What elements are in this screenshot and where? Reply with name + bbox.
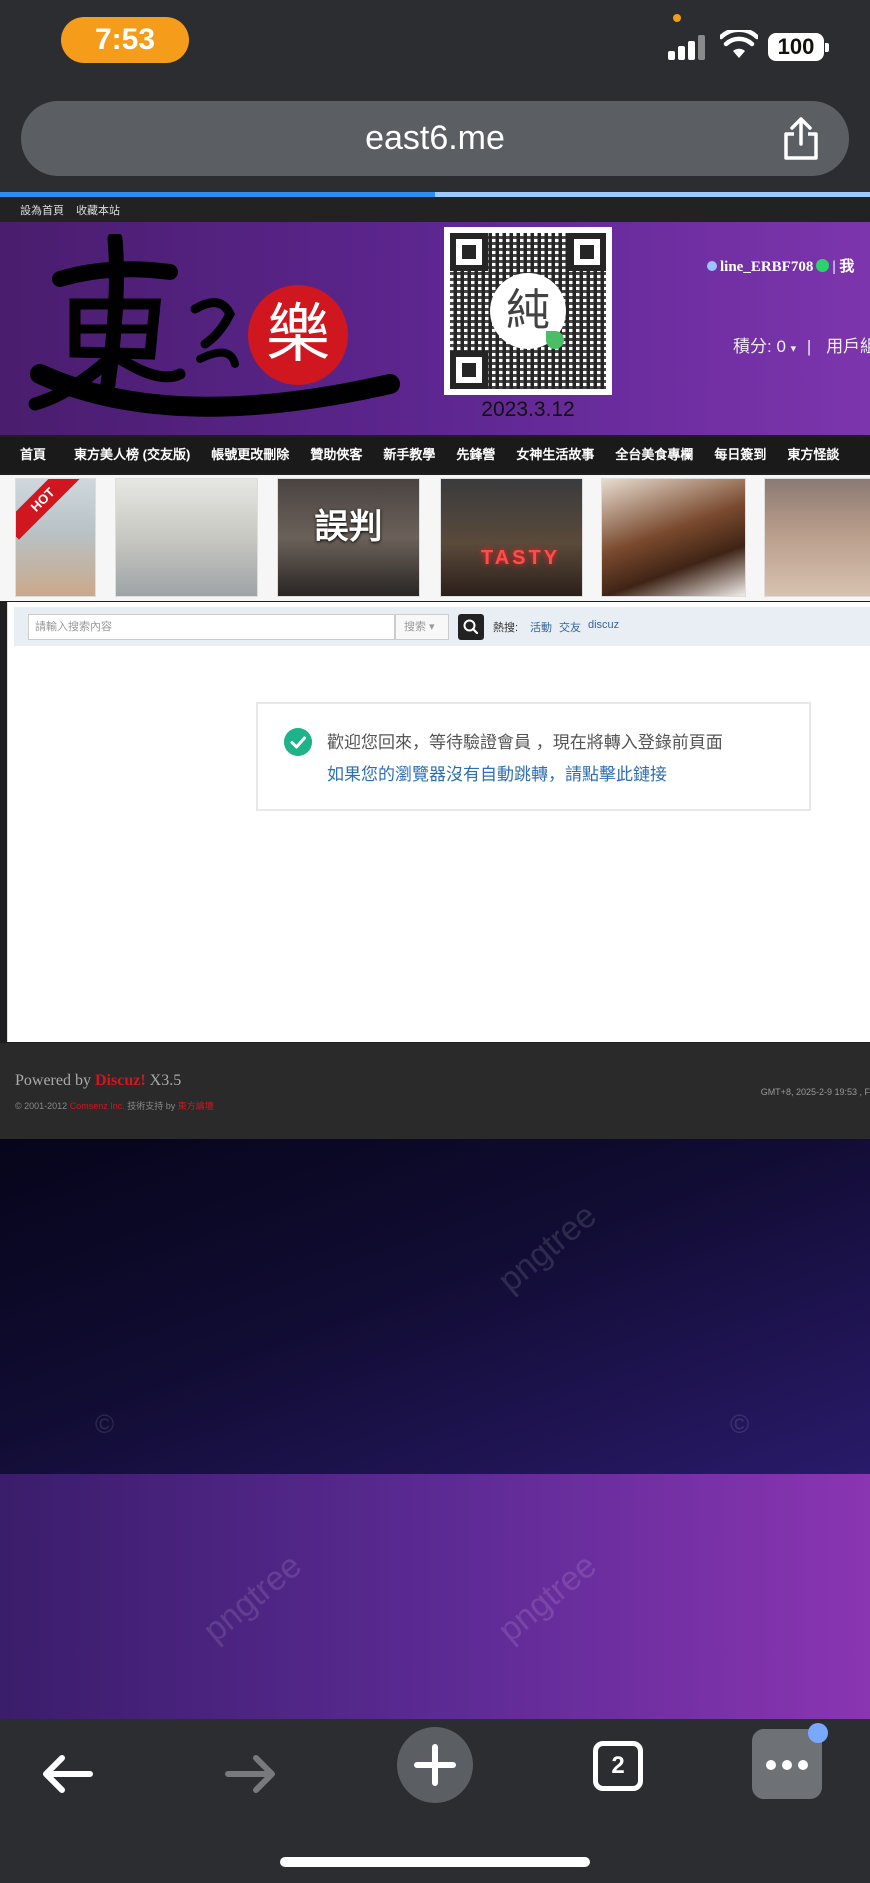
user-group-link[interactable]: 用戶組 <box>826 337 870 356</box>
main-navigation: 首頁 東方美人榜 (交友版) 帳號更改刪除 贊助俠客 新手教學 先鋒營 女神生活故事 全台美食… <box>0 437 870 473</box>
redirect-message-box: 歡迎您回來，等待驗證會員 ，現在將轉入登錄前頁面 如果您的瀏覽器沒有自動跳轉，請… <box>256 702 811 811</box>
user-menu-suffix[interactable]: | 我 <box>832 259 854 275</box>
nav-goddess-stories[interactable]: 女神生活故事 <box>506 437 605 473</box>
user-info: line_ERBF708 | 我 <box>707 255 854 276</box>
hot-badge: HOT <box>16 479 83 540</box>
restaurant-sign: TASTY <box>481 547 561 569</box>
site-footer: Powered by Discuz! X3.5 © 2001-2012 Coms… <box>0 1043 870 1139</box>
watermark: pngtree <box>195 1546 309 1650</box>
line-app-icon <box>816 259 830 272</box>
arrow-right-icon[interactable] <box>222 1749 280 1799</box>
points-info: 積分: 0 ▾ | 用戶組 <box>733 332 870 357</box>
nav-food-column[interactable]: 全台美食專欄 <box>605 437 704 473</box>
discuz-link[interactable]: Discuz! <box>95 1072 146 1089</box>
qr-date: 2023.3.12 <box>481 398 575 421</box>
watermark: pngtree <box>490 1546 604 1650</box>
address-bar[interactable]: east6.me <box>21 101 849 176</box>
points-link[interactable]: 積分: 0 <box>733 337 786 356</box>
hot-search-label: 熱搜: <box>493 622 519 634</box>
new-tab-button[interactable] <box>397 1727 473 1803</box>
copyright-icon: © <box>730 1409 750 1439</box>
leaf-icon <box>546 331 564 349</box>
watermark: pngtree <box>490 1196 604 1300</box>
search-icon[interactable] <box>458 614 484 640</box>
hot-search-link-dating[interactable]: 交友 <box>559 619 581 635</box>
search-type-select[interactable]: 搜索 ▾ <box>395 614 449 640</box>
set-homepage-link[interactable]: 設為首頁 <box>20 205 64 217</box>
username-link[interactable]: line_ERBF708 <box>720 259 813 275</box>
manual-redirect-link[interactable]: 如果您的瀏覽器沒有自動跳轉，請點擊此鏈接 <box>327 760 667 785</box>
search-select-label: 搜索 <box>404 621 426 633</box>
copyright: © 2001-2012 Comsenz Inc. 技術支持 by 東方論壇 <box>15 1099 214 1112</box>
cellular-signal-icon <box>668 34 708 60</box>
home-indicator[interactable] <box>280 1857 590 1867</box>
chevron-down-icon: ▾ <box>790 343 797 355</box>
nav-daily-checkin[interactable]: 每日簽到 <box>704 437 777 473</box>
thumbnail-beach[interactable]: HOT <box>15 478 96 597</box>
site-header: 樂 純 2023.3.12 line_ERBF708 | 我 積分: 0 ▾ | … <box>0 222 870 435</box>
seal-logo: 樂 <box>248 285 348 385</box>
nav-tutorial[interactable]: 新手教學 <box>373 437 446 473</box>
support-prefix: 技術支持 by <box>124 1101 178 1111</box>
background-image-purple: pngtree pngtree <box>0 1474 870 1719</box>
hot-search-link-discuz[interactable]: discuz <box>588 619 619 631</box>
featured-thumbnails: HOT 誤判 TASTY <box>0 475 870 601</box>
privacy-indicator-dot <box>673 14 681 22</box>
powered-version: X3.5 <box>145 1072 182 1089</box>
background-image-dark: pngtree © © <box>0 1139 870 1474</box>
nav-beauty-ranking[interactable]: 東方美人榜 (交友版) <box>64 437 201 473</box>
checkmark-icon <box>284 728 312 756</box>
points-separator: | <box>806 337 812 356</box>
powered-by: Powered by Discuz! X3.5 <box>15 1072 181 1090</box>
notification-dot <box>808 1723 828 1743</box>
clock: 7:53 <box>61 17 189 63</box>
qr-code: 純 <box>444 227 612 395</box>
thumbnail-bathtub[interactable] <box>115 478 258 597</box>
movie-title: 誤判 <box>314 507 383 547</box>
comsenz-link[interactable]: Comsenz Inc. <box>70 1101 125 1111</box>
nav-sponsor[interactable]: 贊助俠客 <box>300 437 373 473</box>
copyright-icon: © <box>95 1409 115 1439</box>
thumbnail-movie-poster[interactable]: 誤判 <box>277 478 420 597</box>
tab-counter-icon[interactable]: 2 <box>593 1741 643 1791</box>
nav-account-changes[interactable]: 帳號更改刪除 <box>201 437 300 473</box>
wifi-icon <box>720 30 758 58</box>
thumbnail-food[interactable] <box>601 478 746 597</box>
plus-icon <box>414 1744 456 1786</box>
powered-prefix: Powered by <box>15 1072 95 1089</box>
nav-ghost-stories[interactable]: 東方怪談 <box>777 437 850 473</box>
nav-vanguard[interactable]: 先鋒營 <box>446 437 506 473</box>
bookmark-site-link[interactable]: 收藏本站 <box>76 205 120 217</box>
thumbnail-selfie[interactable] <box>764 478 870 597</box>
main-content: 請輸入搜索內容 搜索 ▾ 熱搜: 活動 交友 discuz 歡迎您回來，等待驗證… <box>7 602 870 1042</box>
url-text[interactable]: east6.me <box>21 101 849 176</box>
thumbnail-restaurant[interactable]: TASTY <box>440 478 583 597</box>
welcome-message: 歡迎您回來，等待驗證會員 ，現在將轉入登錄前頁面 <box>327 733 723 752</box>
web-page-viewport[interactable]: 設為首頁 收藏本站 樂 純 2023.3.12 line_ERBF708 | 我… <box>0 197 870 1719</box>
search-input[interactable]: 請輸入搜索內容 <box>28 614 395 640</box>
share-icon[interactable] <box>781 117 821 161</box>
arrow-left-icon[interactable] <box>38 1749 96 1799</box>
copyright-prefix: © 2001-2012 <box>15 1101 70 1111</box>
site-top-bar: 設為首頁 收藏本站 <box>0 197 870 222</box>
tab-count: 2 <box>611 1752 625 1779</box>
nav-home[interactable]: 首頁 <box>0 437 64 473</box>
hot-search-link-events[interactable]: 活動 <box>530 619 552 635</box>
user-icon <box>707 261 717 271</box>
search-bar: 請輸入搜索內容 搜索 ▾ 熱搜: 活動 交友 discuz <box>14 607 870 646</box>
battery-icon: 100 <box>768 33 829 61</box>
support-link[interactable]: 東方論壇 <box>178 1101 214 1111</box>
server-timestamp: GMT+8, 2025-2-9 19:53 , F <box>760 1087 870 1097</box>
status-bar: 7:53 100 <box>0 0 870 88</box>
